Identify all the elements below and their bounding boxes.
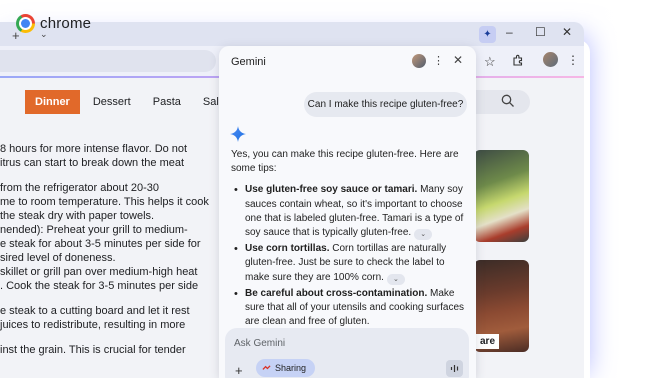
address-bar[interactable] xyxy=(0,50,216,72)
voice-icon[interactable] xyxy=(446,360,463,377)
category-nav: Dinner Dessert Pasta Salad xyxy=(25,90,242,114)
sharing-chip[interactable]: Sharing xyxy=(256,359,316,377)
recipe-line: 8 hours for more intense flavor. Do not xyxy=(0,143,188,155)
sparkle-icon: ✦ xyxy=(483,29,492,40)
extensions-icon[interactable] xyxy=(512,54,524,69)
recipe-line: e steak for about 3-5 minutes per side f… xyxy=(0,238,201,251)
list-item: Use corn tortillas. Corn tortillas are n… xyxy=(231,242,467,285)
share-tab-icon xyxy=(262,364,271,370)
close-icon[interactable]: ✕ xyxy=(453,53,463,67)
recipe-line: the steak dry with paper towels. xyxy=(0,209,155,222)
sharing-label: Sharing xyxy=(275,363,307,373)
category-pasta[interactable]: Pasta xyxy=(142,90,192,114)
panel-title: Gemini xyxy=(231,56,266,68)
recipe-line: skillet or grill pan over medium-high he… xyxy=(0,266,198,279)
chevron-down-icon[interactable]: ⌄ xyxy=(414,229,433,241)
edge-fade xyxy=(584,0,650,378)
brand-name: chrome xyxy=(40,15,92,32)
gemini-response: Yes, you can make this recipe gluten-fre… xyxy=(231,148,467,331)
recipe-line: juices to redistribute, resulting in mor… xyxy=(0,319,186,332)
search-icon[interactable] xyxy=(500,93,516,109)
tip-heading: Use gluten-free soy sauce or tamari. xyxy=(245,184,418,196)
maximize-button[interactable]: ☐ xyxy=(535,25,546,39)
category-dessert[interactable]: Dessert xyxy=(82,90,142,114)
avatar[interactable] xyxy=(412,54,426,68)
prompt-placeholder: Ask Gemini xyxy=(234,338,286,349)
recipe-line: sired level of doneness. xyxy=(0,252,116,265)
list-item: Be careful about cross-contamination. Ma… xyxy=(231,287,467,330)
user-message: Can I make this recipe gluten-free? xyxy=(304,92,467,117)
chrome-brand: chrome xyxy=(16,14,91,33)
profile-avatar[interactable] xyxy=(543,52,558,67)
minimize-button[interactable]: – xyxy=(506,25,513,39)
recipe-line: nended): Preheat your grill to medium- xyxy=(0,223,188,236)
tip-heading: Use corn tortillas. xyxy=(245,243,330,255)
chrome-logo-icon xyxy=(16,14,35,33)
panel-more-icon[interactable]: ⋮ xyxy=(433,54,444,67)
recipe-line: me to room temperature. This helps it co… xyxy=(0,195,209,208)
recipe-line: e steak to a cutting board and let it re… xyxy=(0,304,190,317)
prompt-input[interactable]: Ask Gemini + Sharing xyxy=(225,328,469,378)
gemini-sparkle-icon xyxy=(230,126,246,142)
response-intro: Yes, you can make this recipe gluten-fre… xyxy=(231,149,459,175)
recipe-line: from the refrigerator about 20-30 xyxy=(0,181,159,194)
star-icon[interactable]: ☆ xyxy=(484,54,496,70)
recipe-instructions: 8 hours for more intense flavor. Do not … xyxy=(0,142,220,357)
category-dinner[interactable]: Dinner xyxy=(25,90,80,114)
image-caption: are xyxy=(476,334,500,349)
gemini-side-panel: Gemini ⋮ ✕ Can I make this recipe gluten… xyxy=(219,46,476,378)
list-item: Use gluten-free soy sauce or tamari. Man… xyxy=(231,183,467,241)
close-window-button[interactable]: ✕ xyxy=(562,25,572,39)
add-icon[interactable]: + xyxy=(235,363,243,378)
recipe-line: itrus can start to break down the meat xyxy=(0,157,185,170)
more-icon[interactable]: ⋮ xyxy=(567,53,579,67)
chevron-down-icon[interactable]: ⌄ xyxy=(386,273,405,285)
salad-image[interactable] xyxy=(474,150,529,242)
recipe-line: . Cook the steak for 3-5 minutes per sid… xyxy=(0,280,199,293)
tip-heading: Be careful about cross-contamination. xyxy=(245,287,428,299)
recipe-line: inst the grain. This is crucial for tend… xyxy=(0,343,186,356)
gemini-toolbar-button[interactable]: ✦ xyxy=(479,26,496,43)
